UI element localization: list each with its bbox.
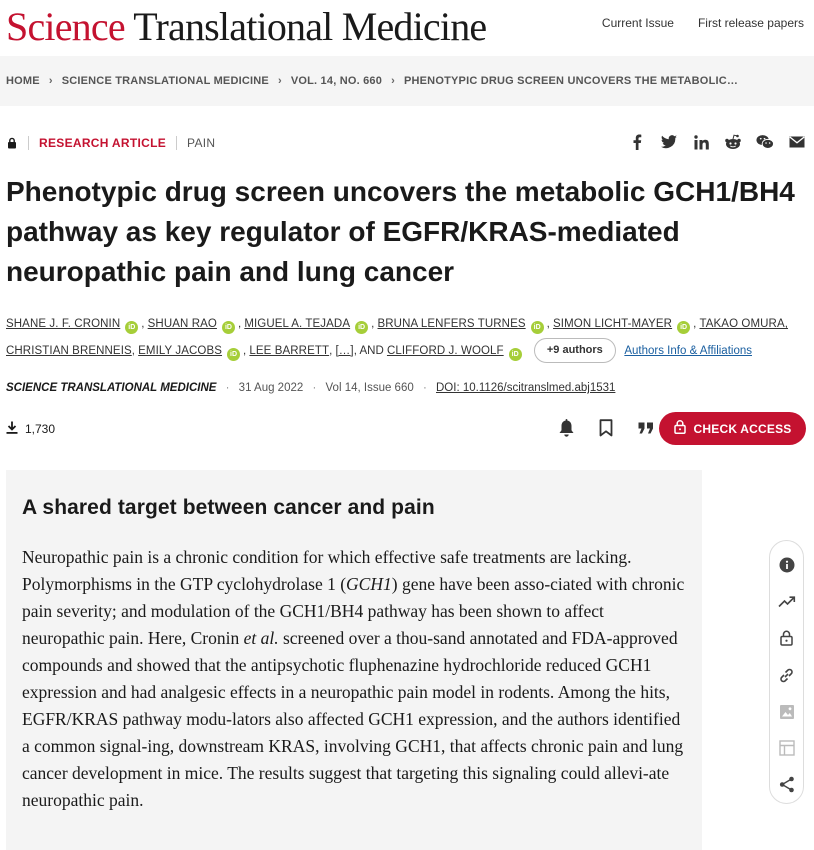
pub-date: 31 Aug 2022: [238, 382, 304, 394]
nav-current-issue[interactable]: Current Issue: [602, 16, 674, 30]
facebook-icon[interactable]: [628, 133, 646, 151]
divider: [28, 136, 29, 150]
breadcrumb-current: PHENOTYPIC DRUG SCREEN UNCOVERS THE META…: [403, 75, 739, 87]
share-bar: [628, 133, 806, 151]
logo-translational-medicine: Translational Medicine: [133, 4, 487, 49]
lock-icon: [6, 137, 18, 149]
email-icon[interactable]: [788, 133, 806, 151]
breadcrumb: HOME › SCIENCE TRANSLATIONAL MEDICINE › …: [0, 56, 814, 106]
author-link[interactable]: BRUNA LENFERS TURNES: [378, 318, 526, 330]
affiliations-link[interactable]: Authors Info & Affiliations: [624, 345, 752, 357]
separator-dot: ·: [422, 382, 427, 394]
info-icon[interactable]: [777, 547, 797, 584]
summary-text-3: screened over a thou-sand annotated and …: [22, 628, 684, 810]
lock-icon[interactable]: [777, 620, 797, 657]
chevron-right-icon: ›: [48, 75, 53, 87]
nav-first-release[interactable]: First release papers: [698, 16, 804, 30]
separator-dot: ·: [225, 382, 230, 394]
check-access-label: CHECK ACCESS: [693, 421, 792, 436]
bookmark-icon[interactable]: [596, 418, 616, 438]
breadcrumb-journal[interactable]: SCIENCE TRANSLATIONAL MEDICINE: [62, 75, 269, 87]
journal-logo[interactable]: Science Translational Medicine: [6, 4, 487, 50]
author-link[interactable]: LEE BARRETT: [249, 345, 329, 357]
authors-and: AND: [359, 345, 384, 357]
metrics-row: 1,730 CHECK ACCESS: [6, 412, 806, 446]
article-actions: [556, 418, 656, 438]
gene-name: GCH1: [346, 574, 392, 594]
lock-icon: [673, 420, 686, 437]
quote-icon[interactable]: [636, 418, 656, 438]
orcid-icon[interactable]: iD: [508, 348, 522, 361]
article-title: Phenotypic drug screen uncovers the meta…: [6, 176, 795, 287]
bell-icon[interactable]: [556, 418, 576, 438]
author-link[interactable]: CHRISTIAN BRENNEIS: [6, 345, 132, 357]
authors-ellipsis[interactable]: […]: [336, 345, 354, 357]
author-link[interactable]: SHANE J. F. CRONIN: [6, 318, 120, 330]
article-type[interactable]: RESEARCH ARTICLE: [39, 136, 166, 150]
doi-link[interactable]: DOI: 10.1126/scitranslmed.abj1531: [436, 382, 615, 394]
more-authors-button[interactable]: +9 authors: [533, 338, 616, 364]
reddit-icon[interactable]: [724, 133, 742, 151]
share-icon[interactable]: [777, 766, 797, 803]
check-access-button[interactable]: CHECK ACCESS: [659, 412, 806, 445]
article-subject[interactable]: PAIN: [187, 136, 215, 150]
author-link[interactable]: MIGUEL A. TEJADA: [244, 318, 350, 330]
breadcrumb-home[interactable]: HOME: [6, 75, 40, 87]
breadcrumb-issue[interactable]: VOL. 14, NO. 660: [291, 75, 382, 87]
orcid-icon[interactable]: iD: [530, 321, 544, 334]
downloads-count[interactable]: 1,730: [6, 421, 55, 437]
author-link[interactable]: EMILY JACOBS: [138, 345, 222, 357]
link-icon[interactable]: [777, 657, 797, 694]
downloads-value: 1,730: [25, 422, 56, 436]
volume-issue[interactable]: Vol 14, Issue 660: [326, 382, 414, 394]
side-toolbar: [769, 540, 804, 804]
author-link[interactable]: TAKAO OMURA,: [699, 318, 788, 330]
orcid-icon[interactable]: iD: [221, 321, 235, 334]
journal-name[interactable]: SCIENCE TRANSLATIONAL MEDICINE: [6, 382, 216, 394]
orcid-icon[interactable]: iD: [125, 321, 139, 334]
publication-info: SCIENCE TRANSLATIONAL MEDICINE · 31 Aug …: [6, 382, 615, 394]
orcid-icon[interactable]: iD: [227, 348, 241, 361]
top-nav: Current Issue First release papers: [602, 16, 804, 30]
chevron-right-icon: ›: [391, 75, 395, 87]
linkedin-icon[interactable]: [692, 133, 710, 151]
separator-dot: ·: [312, 382, 317, 394]
author-link[interactable]: CLIFFORD J. WOOLF: [387, 345, 504, 357]
author-link[interactable]: SHUAN RAO: [148, 318, 217, 330]
summary-body: Neuropathic pain is a chronic condition …: [22, 544, 686, 814]
site-header: Science Translational Medicine Current I…: [0, 0, 814, 52]
trending-icon[interactable]: [777, 584, 797, 621]
table-icon[interactable]: [777, 730, 797, 767]
editor-summary: A shared target between cancer and pain …: [6, 470, 702, 850]
et-al: et al.: [243, 628, 279, 648]
image-icon[interactable]: [777, 693, 797, 730]
logo-science: Science: [6, 4, 126, 49]
twitter-icon[interactable]: [660, 133, 678, 151]
download-icon: [6, 421, 18, 437]
wechat-icon[interactable]: [756, 133, 774, 151]
chevron-right-icon: ›: [277, 75, 282, 87]
article-meta-row: RESEARCH ARTICLE PAIN: [6, 133, 806, 151]
orcid-icon[interactable]: iD: [677, 321, 691, 334]
author-link[interactable]: SIMON LICHT-MAYER: [553, 318, 672, 330]
orcid-icon[interactable]: iD: [355, 321, 369, 334]
divider: [176, 136, 178, 150]
author-list: SHANE J. F. CRONIN iD, SHUAN RAO iD, MIGUE…: [6, 311, 806, 365]
summary-heading: A shared target between cancer and pain: [22, 496, 435, 519]
